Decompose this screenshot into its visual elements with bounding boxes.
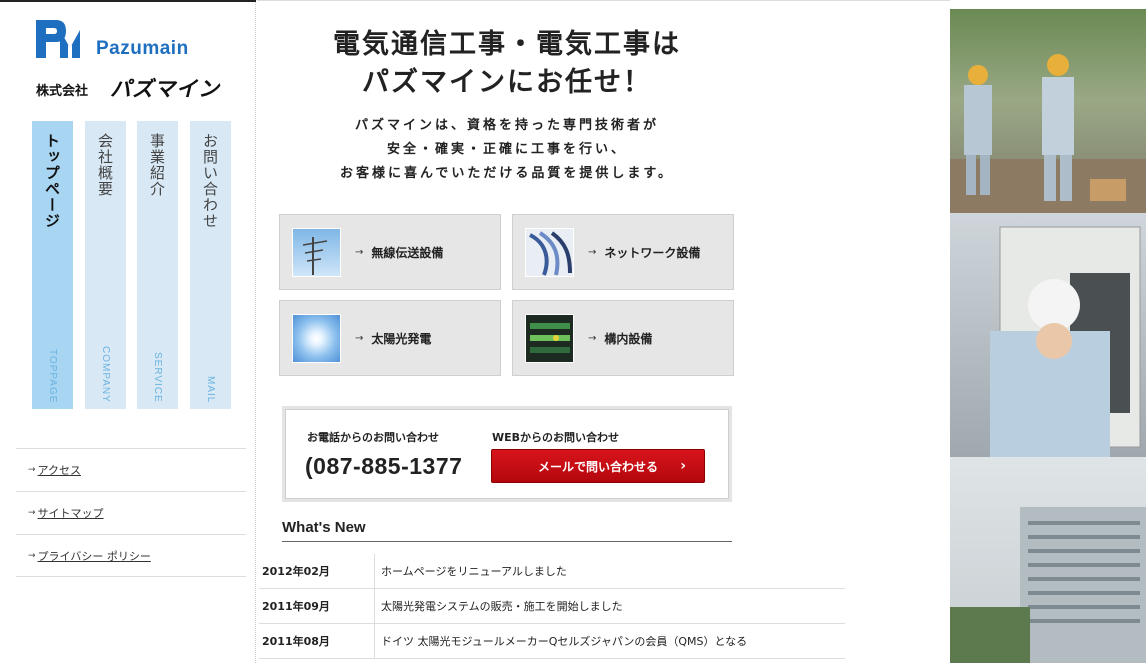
arrow-right-icon: →	[28, 465, 36, 475]
service-label: 構内設備	[604, 331, 653, 346]
headline-line: パズマインにお任せ！	[362, 67, 652, 98]
antenna-photo-icon	[292, 227, 341, 277]
phone-number-text: 087-885-1377	[313, 453, 463, 479]
arrow-right-icon: →	[588, 246, 597, 258]
news-text: ホームページをリニューアルしました	[381, 565, 567, 578]
news-date: 2011年08月	[259, 624, 375, 658]
workers-outdoor-photo	[950, 9, 1146, 213]
nav-tab-label: トップページ	[43, 133, 61, 229]
service-label: 無線伝送設備	[371, 245, 444, 260]
sub-navigation: → アクセス → サイトマップ → プライバシー ポリシー	[16, 448, 246, 577]
arrow-right-icon: →	[588, 332, 597, 344]
nav-tab-sublabel: TOPPAGE	[47, 348, 58, 403]
service-label: ネットワーク設備	[604, 245, 701, 260]
mail-button-label: メールで問い合わせる	[537, 459, 658, 474]
main-content: 電気通信工事・電気工事は パズマインにお任せ！ パズマインは、資格を持った専門技…	[257, 0, 950, 663]
mail-contact-button[interactable]: メールで問い合わせる ›	[491, 449, 705, 483]
news-date: 2012年02月	[259, 554, 375, 588]
arrow-right-icon: →	[28, 550, 36, 561]
news-date: 2011年09月	[259, 589, 375, 623]
lead-line: 安全・確実・正確に工事を行い、	[386, 142, 627, 157]
worker-electrical-panel-photo	[950, 213, 1146, 457]
arrow-right-icon: →	[355, 246, 364, 258]
nav-tab-service[interactable]: 事業紹介 SERVICE	[137, 121, 178, 409]
nav-tab-label: 会社概要	[96, 133, 114, 197]
service-button-solar[interactable]: → 太陽光発電	[279, 300, 501, 376]
sun-photo-icon	[292, 313, 341, 363]
nav-tab-label: お問い合わせ	[201, 133, 219, 229]
logo-company-prefix: 株式会社	[36, 84, 89, 99]
lead-line: パズマインは、資格を持った専門技術者が	[354, 118, 659, 133]
arrow-right-icon: →	[28, 508, 36, 518]
subnav-item-privacy[interactable]: → プライバシー ポリシー	[16, 534, 246, 577]
nav-tab-sublabel: MAIL	[205, 375, 216, 403]
phone-number[interactable]: (087-885-1377	[305, 453, 462, 480]
tel-label: お電話からのお問い合わせ	[307, 431, 439, 444]
arrow-right-icon: →	[355, 332, 364, 344]
nav-tab-company[interactable]: 会社概要 COMPANY	[85, 121, 126, 409]
subnav-item-access[interactable]: → アクセス	[16, 448, 246, 491]
service-button-premises[interactable]: → 構内設備	[512, 300, 734, 376]
lead-line: お客様に喜んでいただける品質を提供します。	[339, 166, 675, 181]
service-button-wireless[interactable]: → 無線伝送設備	[279, 214, 501, 290]
lead-text: パズマインは、資格を持った専門技術者が 安全・確実・正確に工事を行い、 お客様に…	[297, 114, 717, 186]
service-label: 太陽光発電	[371, 331, 432, 346]
pazumain-logo-mark-icon	[36, 20, 80, 58]
building-photo	[950, 457, 1146, 663]
subnav-item-sitemap[interactable]: → サイトマップ	[16, 491, 246, 534]
nav-tab-sublabel: SERVICE	[152, 352, 163, 403]
news-heading: What's New	[282, 519, 732, 542]
contact-box: お電話からのお問い合わせ (087-885-1377 WEBからのお問い合わせ …	[282, 406, 732, 502]
top-rule	[257, 0, 950, 1]
nav-tab-sublabel: COMPANY	[100, 346, 111, 403]
subnav-link[interactable]: プライバシー ポリシー	[38, 548, 151, 564]
news-list: 2012年02月 ホームページをリニューアルしました 2011年09月 太陽光発…	[259, 554, 845, 659]
cables-photo-icon	[525, 227, 574, 277]
phone-icon: (	[305, 453, 314, 479]
news-item: 2011年09月 太陽光発電システムの販売・施工を開始しました	[259, 589, 845, 624]
news-item: 2012年02月 ホームページをリニューアルしました	[259, 554, 845, 589]
nav-tab-label: 事業紹介	[148, 133, 166, 197]
logo-english-name: Pazumain	[96, 38, 189, 59]
photo-column	[950, 9, 1146, 663]
subnav-link[interactable]: アクセス	[38, 462, 81, 478]
web-contact-label: WEBからのお問い合わせ	[492, 431, 620, 444]
logo-japanese-name: パズマイン	[110, 77, 220, 101]
nav-tab-mail[interactable]: お問い合わせ MAIL	[190, 121, 231, 409]
nav-tab-toppage[interactable]: トップページ TOPPAGE	[32, 121, 73, 409]
subnav-link[interactable]: サイトマップ	[38, 505, 104, 521]
headline-line: 電気通信工事・電気工事は	[333, 29, 681, 60]
sidebar: Pazumain 株式会社 パズマイン トップページ TOPPAGE 会社概要 …	[0, 0, 256, 663]
top-rule	[0, 0, 256, 2]
service-button-network[interactable]: → ネットワーク設備	[512, 214, 734, 290]
news-text: 太陽光発電システムの販売・施工を開始しました	[381, 600, 623, 613]
chevron-right-icon: ›	[680, 458, 686, 474]
company-logo[interactable]: Pazumain 株式会社 パズマイン	[36, 16, 236, 106]
page-headline: 電気通信工事・電気工事は パズマインにお任せ！	[297, 26, 717, 102]
news-item: 2011年08月 ドイツ 太陽光モジュールメーカーQセルズジャパンの会員（QMS…	[259, 624, 845, 659]
news-text: ドイツ 太陽光モジュールメーカーQセルズジャパンの会員（QMS）となる	[381, 635, 748, 648]
wiring-photo-icon	[525, 313, 574, 363]
